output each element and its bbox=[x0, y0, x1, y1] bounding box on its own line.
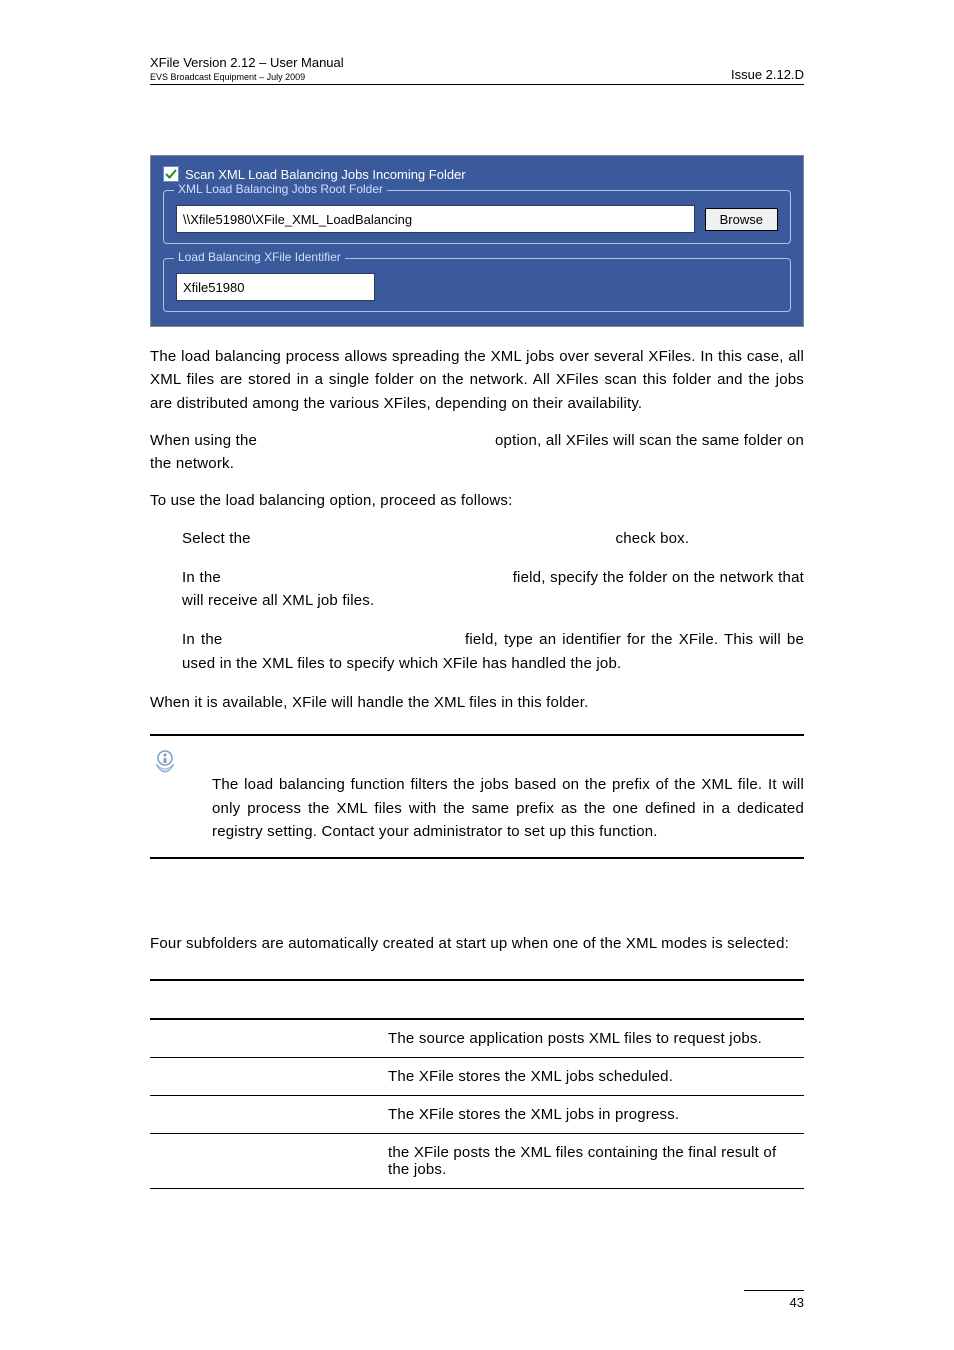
p2-pre: When using the bbox=[150, 432, 262, 449]
table-cell-value: The source application posts XML files t… bbox=[382, 1019, 804, 1058]
table-cell-key: In_Progress bbox=[150, 1096, 382, 1134]
identifier-group: Load Balancing XFile Identifier bbox=[163, 258, 791, 312]
table-cell-value: The XFile stores the XML jobs in progres… bbox=[382, 1096, 804, 1134]
scan-checkbox-row: Scan XML Load Balancing Jobs Incoming Fo… bbox=[163, 166, 791, 182]
table-row: In_ProgressThe XFile stores the XML jobs… bbox=[150, 1096, 804, 1134]
table-cell-value: the XFile posts the XML files containing… bbox=[382, 1134, 804, 1189]
doc-subtitle: EVS Broadcast Equipment – July 2009 bbox=[150, 72, 344, 82]
s2-pre: In the bbox=[182, 569, 225, 586]
root-folder-group: XML Load Balancing Jobs Root Folder Brow… bbox=[163, 190, 791, 244]
load-balancing-panel: Scan XML Load Balancing Jobs Incoming Fo… bbox=[150, 155, 804, 327]
table-row: IncomingThe source application posts XML… bbox=[150, 1019, 804, 1058]
page-header: XFile Version 2.12 – User Manual EVS Bro… bbox=[150, 55, 804, 85]
s3-strong: Load Balancing XFile Identifier bbox=[228, 631, 458, 648]
table-cell-key: Scheduled bbox=[150, 1058, 382, 1096]
table-header-description: Description bbox=[382, 980, 804, 1019]
paragraph-2: When using the Autoscan Load Balancing J… bbox=[150, 429, 804, 476]
table-cell-key: Results bbox=[150, 1134, 382, 1189]
s2-strong: XML Load Balancing Jobs Root Folder bbox=[225, 569, 508, 586]
check-icon bbox=[165, 168, 177, 180]
step-1: Select the Scan XML Load Balancing Jobs … bbox=[182, 527, 804, 550]
scan-checkbox-label: Scan XML Load Balancing Jobs Incoming Fo… bbox=[185, 167, 466, 182]
doc-title: XFile Version 2.12 – User Manual bbox=[150, 55, 344, 70]
p2-strong: Autoscan Load Balancing Jobs bbox=[262, 432, 491, 449]
table-row: Resultsthe XFile posts the XML files con… bbox=[150, 1134, 804, 1189]
note-body: The load balancing function filters the … bbox=[212, 773, 804, 843]
table-cell-key: Incoming bbox=[150, 1019, 382, 1058]
paragraph-3: To use the load balancing option, procee… bbox=[150, 489, 804, 512]
note-label: Note bbox=[212, 753, 246, 770]
after-steps: When it is available, XFile will handle … bbox=[150, 691, 804, 714]
table-row: ScheduledThe XFile stores the XML jobs s… bbox=[150, 1058, 804, 1096]
browse-button[interactable]: Browse bbox=[705, 208, 778, 231]
s3-pre: In the bbox=[182, 631, 228, 648]
paragraph-1: The load balancing process allows spread… bbox=[150, 345, 804, 415]
section-heading: XML Jobs Subfolders bbox=[150, 903, 804, 920]
table-cell-value: The XFile stores the XML jobs scheduled. bbox=[382, 1058, 804, 1096]
s1-strong: Scan XML Load Balancing Jobs Incoming Fo… bbox=[255, 530, 611, 547]
body-text: The load balancing process allows spread… bbox=[150, 345, 804, 714]
s1-pre: Select the bbox=[182, 530, 255, 547]
identifier-input[interactable] bbox=[176, 273, 375, 301]
note-text: Note The load balancing function filters… bbox=[212, 750, 804, 843]
root-folder-input[interactable] bbox=[176, 205, 695, 233]
identifier-legend: Load Balancing XFile Identifier bbox=[174, 250, 345, 264]
header-left: XFile Version 2.12 – User Manual EVS Bro… bbox=[150, 55, 344, 82]
s1-post: check box. bbox=[611, 530, 689, 547]
scan-checkbox[interactable] bbox=[163, 166, 179, 182]
table-header-subfolder: Subfolder bbox=[150, 980, 382, 1019]
step-2: In the XML Load Balancing Jobs Root Fold… bbox=[182, 566, 804, 613]
page-footer: 43 bbox=[744, 1290, 804, 1310]
note-icon bbox=[150, 750, 180, 780]
root-folder-legend: XML Load Balancing Jobs Root Folder bbox=[174, 182, 387, 196]
subfolders-table: Subfolder Description IncomingThe source… bbox=[150, 979, 804, 1189]
note-block: Note The load balancing function filters… bbox=[150, 734, 804, 859]
step-3: In the Load Balancing XFile Identifier f… bbox=[182, 628, 804, 675]
issue-number: Issue 2.12.D bbox=[731, 67, 804, 82]
section-intro: Four subfolders are automatically create… bbox=[150, 932, 804, 955]
